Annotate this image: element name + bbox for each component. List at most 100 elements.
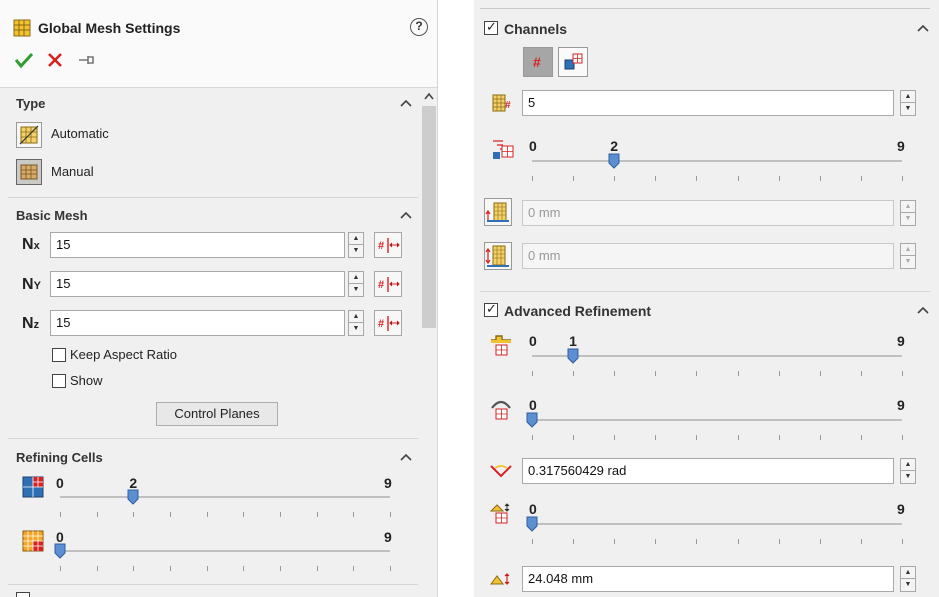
slider-thumb[interactable] — [54, 543, 66, 559]
spin-down-icon[interactable]: ▼ — [901, 471, 915, 483]
collapse-chevron-up-icon[interactable] — [399, 98, 413, 108]
slider-thumb[interactable] — [526, 516, 538, 532]
cell-size-mode-button[interactable] — [558, 47, 588, 77]
channels-checkbox[interactable] — [484, 19, 498, 35]
max-height-spinner[interactable]: ▲ ▼ — [900, 243, 916, 269]
min-height-spinner[interactable]: ▲ ▼ — [900, 200, 916, 226]
collapse-chevron-up-icon[interactable] — [399, 452, 413, 462]
slider-tick — [532, 176, 533, 181]
nx-input[interactable]: 15 — [50, 232, 345, 258]
ny-spinner[interactable]: ▲ ▼ — [348, 271, 364, 297]
pushpin-icon[interactable] — [78, 53, 96, 67]
max-channel-height-icon — [484, 242, 512, 270]
spin-down-icon[interactable]: ▼ — [901, 103, 915, 115]
advanced-refinement-checkbox[interactable] — [484, 301, 498, 317]
cancel-x-icon[interactable] — [47, 52, 63, 68]
control-planes-button[interactable]: Control Planes — [156, 402, 278, 426]
slider-track[interactable] — [532, 160, 902, 162]
curvature-criterion-spinner[interactable]: ▲ ▼ — [900, 458, 916, 484]
spin-up-icon[interactable]: ▲ — [901, 91, 915, 103]
refine-partial-cells-slider[interactable] — [56, 542, 394, 572]
section-divider — [8, 197, 418, 198]
spin-up-icon[interactable]: ▲ — [349, 272, 363, 284]
small-solid-features-slider[interactable] — [528, 347, 906, 377]
spin-up-icon[interactable]: ▲ — [349, 311, 363, 323]
svg-text:#: # — [378, 240, 384, 252]
spin-up-icon[interactable]: ▲ — [349, 233, 363, 245]
spin-down-icon[interactable]: ▼ — [901, 213, 915, 225]
slider-thumb[interactable] — [526, 412, 538, 428]
svg-text:#: # — [505, 100, 511, 111]
keep-aspect-ratio-label[interactable]: Keep Aspect Ratio — [70, 347, 177, 362]
slider-tick — [655, 435, 657, 440]
spin-up-icon[interactable]: ▲ — [901, 244, 915, 256]
nz-input[interactable]: 15 — [50, 310, 345, 336]
vertical-scrollbar[interactable] — [420, 88, 437, 597]
tolerance-criterion-icon — [490, 573, 510, 585]
min-channel-height-input[interactable]: 0 mm — [522, 200, 894, 226]
spin-up-icon[interactable]: ▲ — [901, 201, 915, 213]
curvature-refinement-slider[interactable] — [528, 411, 906, 441]
tolerance-refinement-slider[interactable] — [528, 515, 906, 545]
nx-spinner[interactable]: ▲ ▼ — [348, 232, 364, 258]
manual-mesh-icon[interactable] — [16, 159, 42, 185]
slider-track[interactable] — [60, 496, 390, 498]
slider-tick — [573, 435, 575, 440]
refine-partial-cells-icon — [22, 530, 44, 552]
channel-cells-count-input[interactable]: 5 — [522, 90, 894, 116]
slider-tick — [170, 512, 171, 517]
refine-fluid-cells-slider[interactable] — [56, 488, 394, 518]
scroll-up-icon[interactable] — [423, 91, 435, 101]
keep-aspect-ratio-checkbox[interactable] — [52, 348, 66, 362]
nx-cell-count-button[interactable]: # — [374, 232, 402, 258]
spin-down-icon[interactable]: ▼ — [349, 245, 363, 257]
spin-down-icon[interactable]: ▼ — [349, 284, 363, 296]
nz-spinner[interactable]: ▲ ▼ — [348, 310, 364, 336]
ok-checkmark-icon[interactable] — [14, 51, 34, 69]
tolerance-criterion-input[interactable]: 24.048 mm — [522, 566, 894, 592]
max-channel-height-input[interactable]: 0 mm — [522, 243, 894, 269]
slider-thumb[interactable] — [608, 153, 620, 169]
slider-tick — [696, 539, 698, 544]
scrollbar-thumb[interactable] — [422, 106, 436, 328]
show-checkbox[interactable] — [52, 374, 66, 388]
slider-tick — [737, 176, 739, 181]
slider-track[interactable] — [532, 355, 902, 357]
slider-track[interactable] — [60, 550, 390, 552]
manual-option-label[interactable]: Manual — [51, 164, 94, 179]
slider-tick — [655, 176, 657, 181]
spin-down-icon[interactable]: ▼ — [349, 323, 363, 335]
automatic-option-label[interactable]: Automatic — [51, 126, 109, 141]
spin-up-icon[interactable]: ▲ — [901, 459, 915, 471]
show-label[interactable]: Show — [70, 373, 103, 388]
slider-tick — [902, 371, 903, 376]
automatic-mesh-icon[interactable] — [16, 122, 42, 148]
nz-cell-count-button[interactable]: # — [374, 310, 402, 336]
slider-tick — [778, 371, 780, 376]
channel-refinement-slider[interactable] — [528, 152, 906, 182]
collapse-chevron-up-icon[interactable] — [399, 210, 413, 220]
slider-thumb[interactable] — [127, 489, 139, 505]
help-icon[interactable]: ? — [410, 18, 428, 36]
collapse-chevron-up-icon[interactable] — [916, 305, 930, 315]
slider-tick — [206, 512, 208, 517]
curvature-criterion-input[interactable]: 0.317560429 rad — [522, 458, 894, 484]
ny-input[interactable]: 15 — [50, 271, 345, 297]
slider-track[interactable] — [532, 523, 902, 525]
cell-count-icon: # — [378, 277, 400, 292]
channel-count-spinner[interactable]: ▲ ▼ — [900, 90, 916, 116]
slider-tick — [243, 566, 245, 571]
spin-up-icon[interactable]: ▲ — [901, 567, 915, 579]
tolerance-criterion-spinner[interactable]: ▲ ▼ — [900, 566, 916, 592]
ny-cell-count-button[interactable]: # — [374, 271, 402, 297]
spin-down-icon[interactable]: ▼ — [901, 256, 915, 268]
slider-track[interactable] — [532, 419, 902, 421]
next-section-checkbox[interactable] — [16, 592, 30, 597]
cell-count-mode-button[interactable]: # — [523, 47, 553, 77]
refine-fluid-cells-icon — [22, 476, 44, 498]
collapse-chevron-up-icon[interactable] — [916, 23, 930, 33]
spin-down-icon[interactable]: ▼ — [901, 579, 915, 591]
slider-tick — [737, 371, 739, 376]
slider-thumb[interactable] — [567, 348, 579, 364]
type-section-title: Type — [16, 96, 46, 111]
